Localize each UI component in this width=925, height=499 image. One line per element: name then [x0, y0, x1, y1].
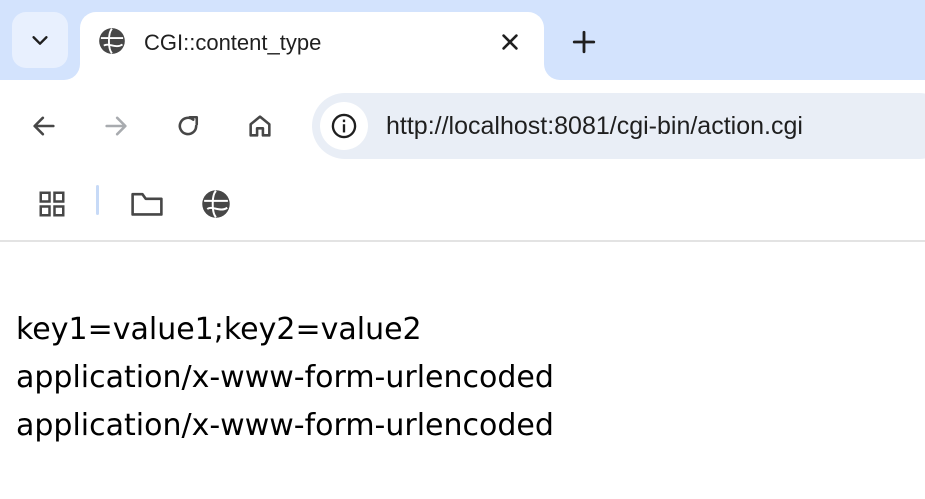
toolbar: http://localhost:8081/cgi-bin/action.cgi [0, 80, 925, 172]
content-line: key1=value1;key2=value2 [16, 312, 422, 347]
address-bar[interactable]: http://localhost:8081/cgi-bin/action.cgi [312, 93, 925, 159]
forward-button[interactable] [94, 104, 138, 148]
close-tab-button[interactable] [494, 26, 526, 58]
reload-icon [178, 115, 199, 136]
globe-icon [202, 190, 230, 218]
apps-button[interactable] [30, 182, 74, 226]
reload-button[interactable] [166, 104, 210, 148]
tab-strip: CGI::content_type [0, 0, 925, 80]
tab-title: CGI::content_type [144, 30, 322, 55]
plus-icon [572, 30, 596, 54]
content-line: application/x-www-form-urlencoded [16, 360, 554, 395]
folder-icon [131, 192, 163, 216]
bookmarks-bar [0, 172, 925, 242]
info-icon [331, 113, 357, 139]
arrow-right-icon [105, 116, 127, 136]
page-content: key1=value1;key2=value2 application/x-ww… [16, 306, 554, 450]
arrow-left-icon [33, 116, 55, 136]
apps-grid-icon [39, 191, 65, 217]
bookmark-folder[interactable] [125, 182, 169, 226]
home-icon [249, 115, 271, 137]
globe-icon [99, 28, 125, 54]
chevron-down-icon [32, 36, 48, 45]
close-icon [502, 34, 518, 50]
url-text[interactable]: http://localhost:8081/cgi-bin/action.cgi [386, 112, 803, 141]
site-info-button[interactable] [320, 102, 368, 150]
home-button[interactable] [238, 104, 282, 148]
bookmarks-separator [96, 185, 99, 215]
content-line: application/x-www-form-urlencoded [16, 408, 554, 443]
bookmark-site[interactable] [194, 182, 238, 226]
active-tab[interactable]: CGI::content_type [80, 12, 544, 80]
tab-search-button[interactable] [12, 12, 68, 68]
back-button[interactable] [22, 104, 66, 148]
new-tab-button[interactable] [564, 22, 604, 62]
